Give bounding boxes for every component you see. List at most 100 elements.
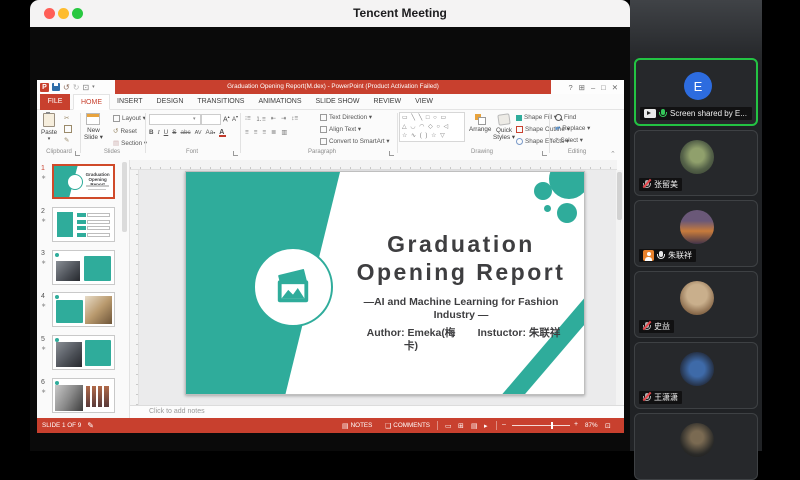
numbering-icon[interactable]: ⒈≡: [256, 114, 266, 123]
mic-icon: [659, 251, 663, 257]
format-painter-icon[interactable]: ✎: [64, 136, 69, 144]
tab-transitions[interactable]: TRANSITIONS: [190, 94, 251, 110]
slide-thumbnail-3[interactable]: [52, 250, 115, 285]
bold-button[interactable]: B: [149, 129, 154, 136]
reading-view-icon[interactable]: ▤: [471, 422, 478, 430]
slide-thumbnail-4[interactable]: [52, 292, 115, 327]
cut-icon[interactable]: ✂: [64, 114, 69, 122]
slideshow-view-icon[interactable]: ▸: [484, 422, 488, 430]
zoom-traffic-light[interactable]: [72, 8, 83, 19]
participant-tile[interactable]: 张留美: [634, 130, 758, 196]
increase-indent-icon[interactable]: ⇥: [281, 115, 286, 122]
tab-design[interactable]: DESIGN: [150, 94, 191, 110]
help-icon[interactable]: ?: [569, 83, 573, 92]
fit-to-window-icon[interactable]: ⊡: [605, 422, 611, 430]
close-traffic-light[interactable]: [44, 8, 55, 19]
tab-review[interactable]: REVIEW: [366, 94, 408, 110]
copy-icon[interactable]: [64, 125, 72, 133]
italic-button[interactable]: I: [158, 129, 160, 136]
bullets-icon[interactable]: ⁝≡: [245, 115, 251, 122]
quick-styles-button[interactable]: Quick Styles ▾: [493, 114, 515, 141]
align-text-button[interactable]: Align Text ▾: [320, 126, 361, 133]
align-center-icon[interactable]: ≡: [254, 129, 258, 136]
zoom-slider-track[interactable]: [512, 425, 570, 426]
font-color-button[interactable]: A: [219, 129, 224, 136]
font-size-combo[interactable]: [201, 114, 221, 125]
tab-view[interactable]: VIEW: [408, 94, 440, 110]
font-dialog-launcher[interactable]: [233, 151, 238, 156]
participant-tile[interactable]: 朱联祥: [634, 200, 758, 267]
layout-button[interactable]: Layout ▾: [113, 115, 146, 122]
customize-qat-icon[interactable]: ▾: [92, 84, 95, 90]
section-button[interactable]: ▤Section ▾: [113, 139, 147, 147]
grow-font-button[interactable]: A▴: [223, 114, 230, 123]
zoom-level[interactable]: 87%: [585, 422, 598, 429]
ink-pen-icon[interactable]: ✎: [87, 421, 94, 430]
text-shadow-button[interactable]: abc: [180, 129, 190, 136]
line-spacing-icon[interactable]: ↕≡: [291, 115, 298, 122]
slide-sorter-icon[interactable]: ⊞: [458, 422, 464, 430]
tab-animations[interactable]: ANIMATIONS: [251, 94, 308, 110]
slide-thumbnail-2[interactable]: [52, 207, 115, 242]
select-button[interactable]: ⌖Select ▾: [555, 136, 583, 144]
change-case-button[interactable]: Aa▾: [206, 129, 216, 136]
ribbon-display-icon[interactable]: ⊞: [579, 83, 585, 92]
normal-view-icon[interactable]: ▭: [445, 422, 452, 430]
arrange-button[interactable]: Arrange: [469, 114, 491, 133]
slide-title[interactable]: Graduation Opening Report: [336, 230, 585, 286]
tab-file[interactable]: FILE: [40, 94, 70, 110]
shapes-gallery[interactable]: ▭ ╲ ╲ □ ○ ▭ △ ◡ ◠ ◇ ○ ◁ ☆ ∿ ( ) ☆ ▽: [399, 112, 465, 142]
character-spacing-button[interactable]: AV: [195, 130, 202, 136]
comments-toggle[interactable]: ❑COMMENTS: [385, 422, 430, 430]
paste-button[interactable]: Paste▾: [41, 113, 57, 143]
participant-tile-sharing[interactable]: E Screen shared by E...: [634, 58, 758, 126]
ppt-close-icon[interactable]: ✕: [612, 83, 618, 92]
undo-icon[interactable]: ↺: [63, 83, 70, 92]
slide-instructor[interactable]: Instuctor: 朱联祥: [454, 327, 584, 340]
slide-scrollbar[interactable]: [616, 170, 623, 405]
slide-canvas[interactable]: Graduation Opening Report —AI and Machin…: [185, 171, 585, 395]
slide-thumbnail-6[interactable]: [52, 378, 115, 413]
reset-button[interactable]: ↺Reset: [113, 127, 137, 135]
zoom-out-icon[interactable]: –: [502, 421, 506, 428]
participant-tile[interactable]: [634, 413, 758, 480]
thumbnail-scrollbar[interactable]: [122, 162, 127, 232]
notes-pane[interactable]: Click to add notes: [130, 405, 624, 418]
tab-slideshow[interactable]: SLIDE SHOW: [309, 94, 367, 110]
participant-name: 王潇潇: [654, 392, 678, 403]
participant-tile[interactable]: 王潇潇: [634, 342, 758, 409]
paragraph-dialog-launcher[interactable]: [389, 151, 394, 156]
drawing-dialog-launcher[interactable]: [542, 151, 547, 156]
slide-thumbnail-5[interactable]: [52, 335, 115, 370]
decrease-indent-icon[interactable]: ⇤: [271, 115, 276, 122]
zoom-in-icon[interactable]: +: [574, 421, 578, 428]
justify-icon[interactable]: ≣: [271, 129, 276, 136]
collapse-ribbon-icon[interactable]: ⌃: [610, 150, 616, 158]
shape-fill-button[interactable]: Shape Fill ▾: [516, 114, 557, 121]
columns-icon[interactable]: ▥: [281, 129, 287, 136]
slide-thumbnail-1[interactable]: Graduation Opening Report: [52, 164, 115, 199]
underline-button[interactable]: U: [164, 129, 169, 136]
replace-button[interactable]: ⇄Replace ▾: [555, 125, 590, 132]
tab-insert[interactable]: INSERT: [110, 94, 150, 110]
align-right-icon[interactable]: ≡: [262, 129, 266, 136]
strikethrough-button[interactable]: S: [172, 129, 176, 136]
text-direction-button[interactable]: Text Direction ▾: [320, 114, 372, 121]
notes-toggle[interactable]: ▤NOTES: [342, 422, 372, 430]
start-slideshow-icon[interactable]: ⊡: [82, 83, 89, 92]
paste-icon: [43, 113, 55, 127]
new-slide-button[interactable]: New Slide ▾: [84, 113, 103, 141]
convert-smartart-button[interactable]: Convert to SmartArt ▾: [320, 138, 390, 145]
ppt-minimize-icon[interactable]: –: [591, 83, 595, 92]
save-icon[interactable]: [52, 83, 60, 91]
tab-home[interactable]: HOME: [73, 94, 110, 110]
ppt-restore-icon[interactable]: □: [601, 83, 606, 92]
find-button[interactable]: Find: [555, 114, 576, 121]
minimize-traffic-light[interactable]: [58, 8, 69, 19]
shrink-font-button[interactable]: A▾: [232, 114, 238, 123]
redo-icon[interactable]: ↻: [73, 83, 80, 92]
slide-subtitle[interactable]: —AI and Machine Learning for Fashion Ind…: [336, 296, 585, 322]
align-left-icon[interactable]: ≡: [245, 129, 249, 136]
zoom-slider-thumb[interactable]: [551, 422, 553, 429]
participant-tile[interactable]: 史益: [634, 271, 758, 338]
